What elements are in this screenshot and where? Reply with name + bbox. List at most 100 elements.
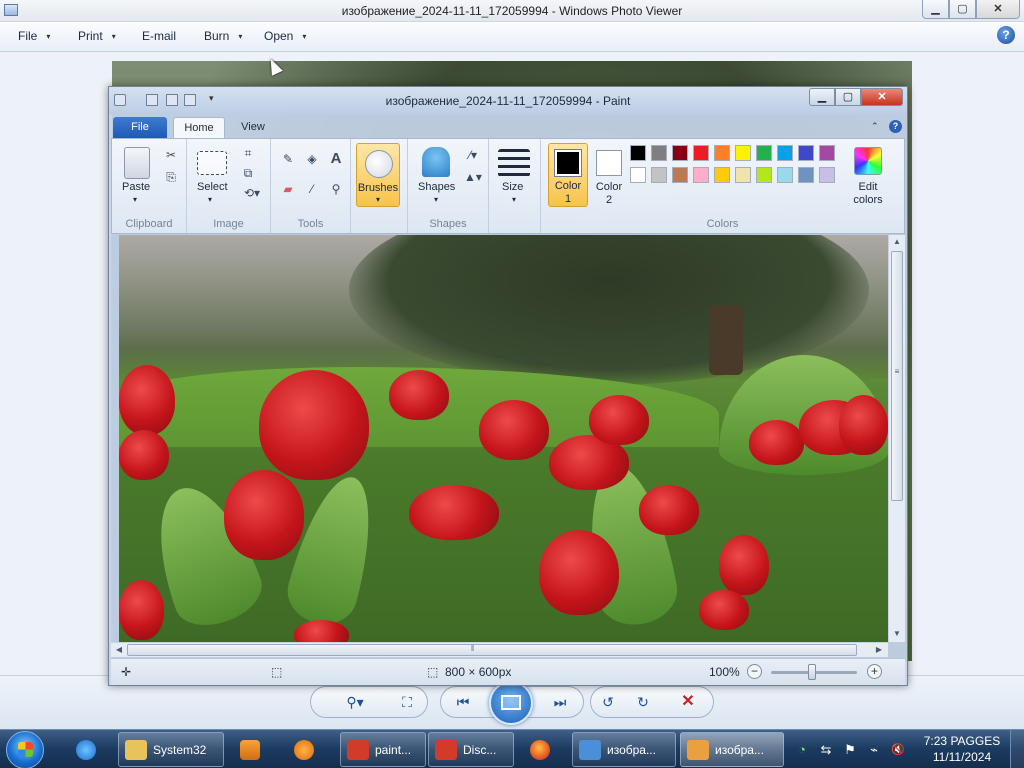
paint-maximize-button[interactable]: ▢ [835,88,861,106]
edit-colors-label[interactable]: Edit [850,181,886,193]
rotate-icon[interactable]: ⟲▾ [239,185,265,201]
scroll-down-icon[interactable]: ▼ [889,627,905,641]
menu-print[interactable]: Print ▾ [78,29,116,43]
pencil-icon[interactable]: ✎ [279,151,297,167]
palette-swatch[interactable] [798,167,814,183]
palette-swatch[interactable] [735,145,751,161]
taskbar-item-paint-1[interactable]: paint... [340,732,426,767]
scroll-up-icon[interactable]: ▲ [889,235,905,249]
maximize-button[interactable]: ▢ [949,0,976,19]
next-icon[interactable]: ⏭ [548,693,572,711]
brushes-button[interactable]: Brushes ▾ [356,143,400,207]
taskbar-item-photo-viewer[interactable]: изобра... [572,732,676,767]
shapes-chevron-icon[interactable]: ▾ [434,195,438,204]
slideshow-button[interactable] [489,681,533,725]
close-button[interactable]: ✕ [976,0,1020,19]
palette-swatch[interactable] [693,167,709,183]
taskbar-item-disc[interactable]: Disc... [428,732,514,767]
palette-swatch[interactable] [672,167,688,183]
vertical-scrollbar[interactable]: ▲ ≡ ▼ [888,235,905,642]
start-button[interactable] [6,731,44,768]
size-icon[interactable] [498,149,530,177]
zoom-out-button[interactable]: − [747,664,762,679]
actual-size-icon[interactable]: ⛶ [395,693,419,711]
minimize-button[interactable]: ▁ [922,0,949,19]
clock-time[interactable]: 7:23 PAGGES [922,734,1002,748]
palette-swatch[interactable] [630,145,646,161]
horizontal-scrollbar[interactable]: ◀ ⦀ ▶ [111,642,888,657]
palette-swatch[interactable] [777,145,793,161]
paint-minimize-button[interactable]: ▁ [809,88,835,106]
pinned-internet-explorer[interactable] [64,733,108,767]
horizontal-scroll-thumb[interactable] [127,644,857,656]
text-icon[interactable]: A [327,151,345,167]
crop-icon[interactable]: ⌗ [239,145,257,161]
palette-swatch[interactable] [651,167,667,183]
size-label[interactable]: Size [502,181,523,193]
copy-icon[interactable]: ⎘ [162,169,180,185]
color2-label[interactable]: Color [592,181,626,193]
color2-number[interactable]: 2 [592,194,626,206]
palette-swatch[interactable] [798,145,814,161]
action-center-flag-icon[interactable]: ⚑ [842,742,858,758]
menu-file[interactable]: File ▾ [18,29,50,43]
taskbar-item-paint-2[interactable]: изобра... [680,732,784,767]
zoom-in-button[interactable]: + [867,664,882,679]
paste-icon[interactable] [124,147,150,179]
power-icon[interactable]: ⌁ [866,742,882,758]
palette-swatch[interactable] [693,145,709,161]
color-picker-icon[interactable]: ⁄ [303,181,321,197]
paint-close-button[interactable]: ✕ [861,88,903,106]
question-circle-icon[interactable]: ? [997,26,1015,44]
tab-view[interactable]: View [231,117,275,138]
resize-icon[interactable]: ⧉ [239,165,257,181]
menu-open[interactable]: Open ▾ [264,29,306,43]
show-desktop-button[interactable] [1010,730,1024,768]
palette-swatch[interactable] [756,145,772,161]
tab-file[interactable]: File [113,117,167,138]
palette-swatch[interactable] [651,145,667,161]
zoom-icon[interactable]: ⚲▾ [338,693,372,711]
rotate-right-icon[interactable]: ↻ [631,693,655,711]
pinned-media-player[interactable] [228,733,272,767]
shapes-icon[interactable] [422,147,450,177]
paste-label[interactable]: Paste [122,181,150,193]
minimize-ribbon-icon[interactable]: ⌃ [871,121,879,132]
pinned-browser[interactable] [282,733,326,767]
palette-swatch[interactable] [630,167,646,183]
rotate-left-icon[interactable]: ↺ [596,693,620,711]
fill-style-icon[interactable]: ▲▾ [460,169,486,185]
select-icon[interactable] [197,151,227,175]
eraser-icon[interactable]: ▰ [279,181,297,197]
palette-swatch[interactable] [735,167,751,183]
paint-canvas-area[interactable] [111,235,888,642]
select-label[interactable]: Select [197,181,228,193]
clock-date[interactable]: 11/11/2024 [922,750,1002,764]
security-icon[interactable]: ◔ [794,742,810,758]
help-icon[interactable]: ? [889,120,902,133]
palette-swatch[interactable] [714,145,730,161]
pinned-firefox[interactable] [518,733,562,767]
volume-muted-icon[interactable]: 🔇 [890,742,906,758]
menu-email[interactable]: E-mail [142,29,176,43]
scroll-right-icon[interactable]: ▶ [871,643,887,657]
palette-swatch[interactable] [672,145,688,161]
zoom-slider-thumb[interactable] [808,664,816,680]
previous-icon[interactable]: ⏮ [451,693,475,711]
edit-colors-icon[interactable] [854,147,882,175]
menu-burn[interactable]: Burn ▾ [204,29,242,43]
cut-icon[interactable]: ✂ [162,147,180,163]
delete-icon[interactable]: ✕ [676,693,700,711]
outline-icon[interactable]: ⁄▾ [460,147,486,163]
palette-swatch[interactable] [819,145,835,161]
fill-icon[interactable]: ◈ [303,151,321,167]
palette-swatch[interactable] [714,167,730,183]
shapes-label[interactable]: Shapes [418,181,455,193]
tab-home[interactable]: Home [173,117,225,138]
paint-titlebar[interactable]: ▾ изображение_2024-11-11_172059994 - Pai… [109,87,907,115]
scroll-left-icon[interactable]: ◀ [111,643,127,657]
magnifier-icon[interactable]: ⚲ [327,181,345,197]
size-chevron-icon[interactable]: ▾ [512,195,516,204]
color2-swatch[interactable] [596,150,622,176]
edit-colors-label-2[interactable]: colors [848,194,888,206]
